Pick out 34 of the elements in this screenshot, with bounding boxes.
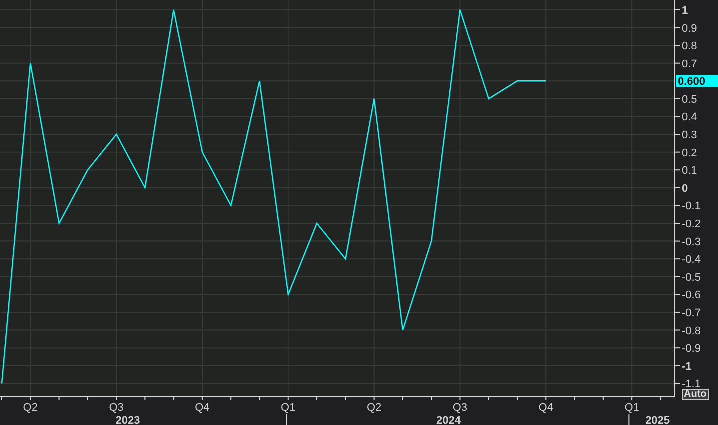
year-label: 2025 (646, 415, 670, 425)
y-tick-label: 0.4 (682, 112, 698, 124)
y-tick-label: -0.4 (682, 254, 701, 266)
x-tick-label: Q4 (538, 402, 554, 414)
y-tick-label: 0.9 (682, 22, 698, 35)
year-label: 2024 (436, 415, 461, 425)
last-value-badge: 0.600 (676, 75, 718, 88)
x-tick-label: Q1 (281, 402, 296, 414)
y-tick-label: -0.6 (682, 290, 701, 302)
y-tick-label: -0.9 (682, 343, 701, 356)
y-tick-label: -0.1 (682, 200, 701, 213)
y-tick-label: -0.8 (682, 325, 701, 338)
y-tick-label: 0.1 (682, 165, 698, 178)
x-tick-label: Q4 (195, 402, 210, 414)
x-tick-label: Q3 (109, 402, 124, 414)
x-tick-label: Q3 (452, 402, 468, 414)
auto-button[interactable]: Auto (682, 389, 709, 400)
y-tick-label: -1.1 (682, 378, 701, 391)
year-label: 2023 (116, 415, 140, 425)
x-tick-label: Q1 (624, 402, 640, 414)
y-tick-label: -0.3 (682, 236, 701, 248)
y-tick-label: -0.5 (682, 272, 701, 284)
y-tick-label: -1 (682, 360, 692, 373)
y-tick-label: 0 (682, 182, 688, 195)
y-tick-label: 0.5 (682, 94, 698, 106)
y-tick-label: 0.7 (682, 58, 698, 70)
y-tick-label: 0.8 (682, 40, 698, 53)
x-tick-label: Q2 (23, 402, 38, 414)
y-tick-label: 0.2 (682, 147, 698, 160)
x-tick-label: Q2 (366, 402, 382, 414)
y-tick-label: -0.7 (682, 307, 701, 320)
y-tick-label: 1 (682, 4, 688, 17)
y-tick-label: -0.2 (682, 218, 701, 230)
y-tick-label: 0.3 (682, 130, 698, 142)
